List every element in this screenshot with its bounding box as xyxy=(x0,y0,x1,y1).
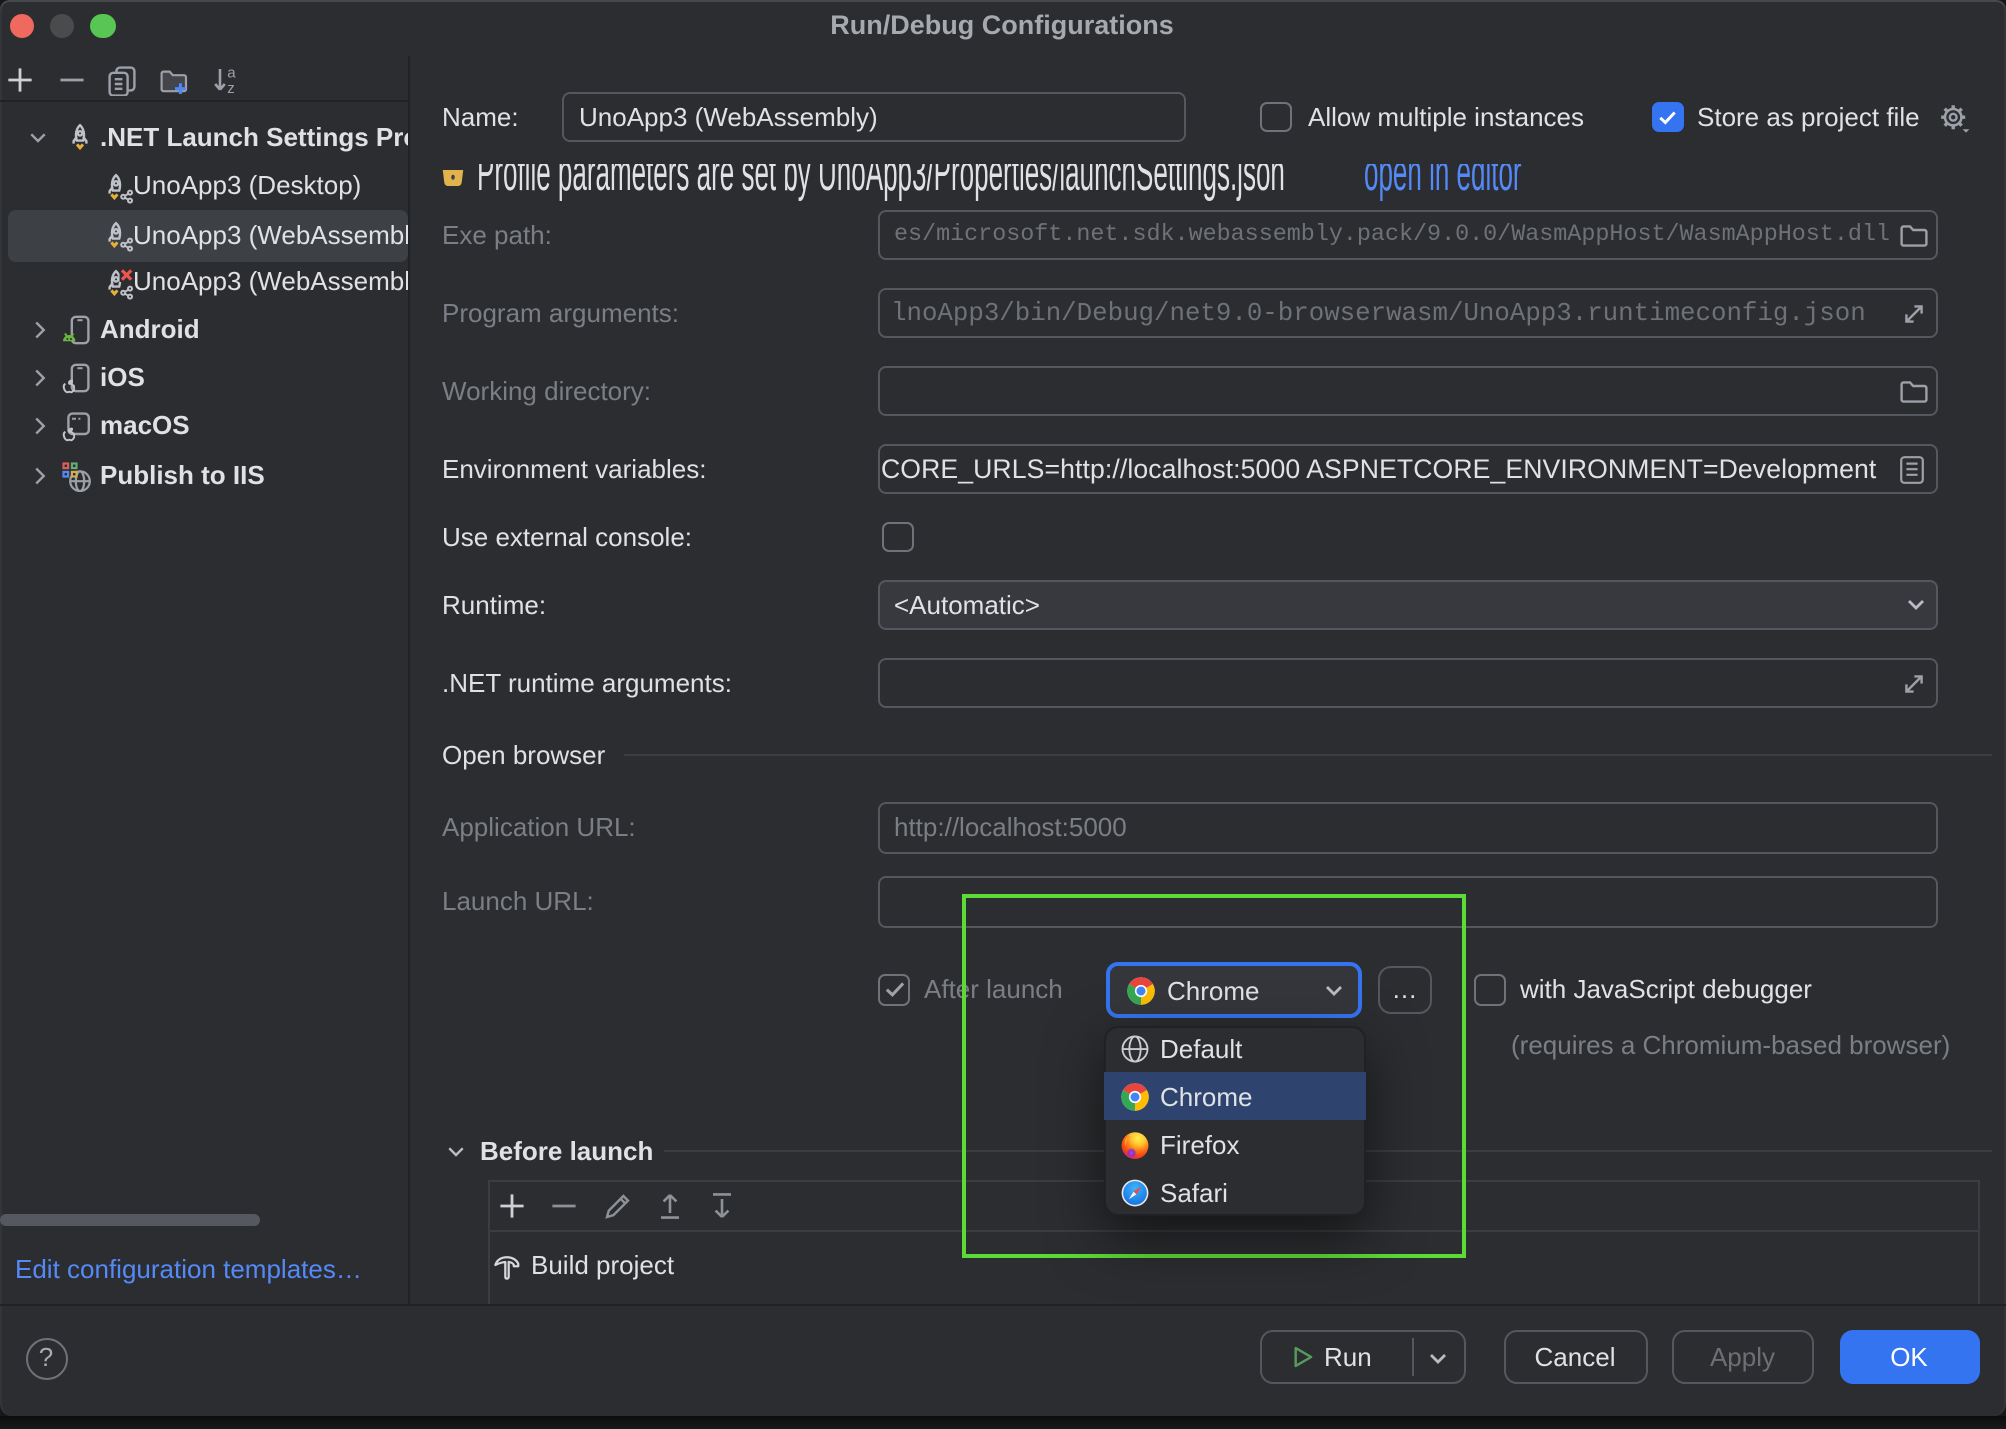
svg-text:z: z xyxy=(226,80,234,96)
svg-text:a: a xyxy=(226,65,235,82)
